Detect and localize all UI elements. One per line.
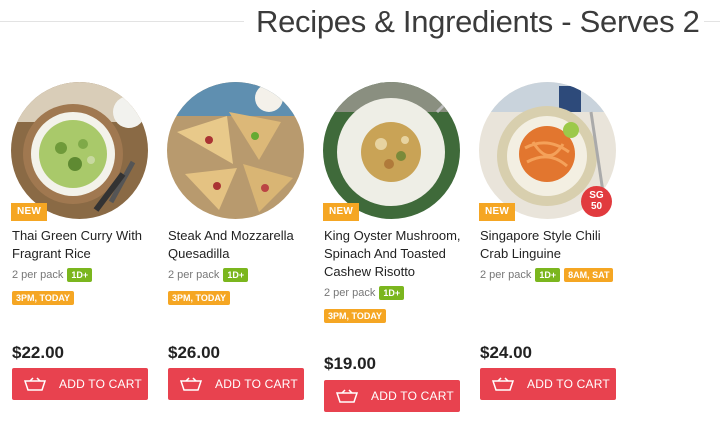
lead-time-tag: 1D+: [535, 268, 561, 282]
lead-time-tag: 1D+: [379, 286, 405, 300]
new-badge: NEW: [479, 203, 515, 221]
lead-time-tag: 1D+: [67, 268, 93, 282]
product-price: $19.00: [324, 354, 376, 373]
new-badge: NEW: [11, 203, 47, 221]
add-to-cart-label: ADD TO CART: [215, 377, 298, 391]
product-image-mushroom-risotto[interactable]: [323, 82, 460, 219]
basket-icon: [24, 377, 46, 391]
lead-time-tag: 1D+: [223, 268, 249, 282]
product-name[interactable]: Thai Green Curry With Fragrant Rice: [11, 227, 156, 263]
per-pack-label: 2 per pack: [12, 269, 64, 281]
product-name[interactable]: Steak And Mozzarella Quesadilla: [167, 227, 312, 263]
basket-icon: [180, 377, 202, 391]
product-image-steak-quesadilla[interactable]: [167, 82, 304, 219]
add-to-cart-label: ADD TO CART: [371, 389, 454, 403]
delivery-slot-tag: 3PM, TODAY: [324, 309, 387, 323]
product-image-thai-green-curry[interactable]: [11, 82, 148, 219]
per-pack-label: 2 per pack: [480, 269, 532, 281]
product-price: $22.00: [12, 343, 64, 362]
section-title: Recipes & Ingredients - Serves 2: [256, 4, 700, 39]
add-to-cart-label: ADD TO CART: [527, 377, 610, 391]
basket-icon: [492, 377, 514, 391]
add-to-cart-button[interactable]: ADD TO CART: [480, 368, 616, 400]
product-card[interactable]: NEW King Oyster Mushroom, Spinach And To…: [323, 82, 468, 412]
section-header: Recipes & Ingredients - Serves 2: [0, 0, 720, 50]
pack-info: 2 per pack 1D+: [167, 267, 312, 283]
header-divider-left: [0, 21, 244, 22]
new-badge: NEW: [323, 203, 359, 221]
add-to-cart-button[interactable]: ADD TO CART: [168, 368, 304, 400]
product-price: $24.00: [480, 343, 532, 362]
delivery-slot-tag: 3PM, TODAY: [168, 291, 231, 305]
delivery-slot-tag: 3PM, TODAY: [12, 291, 75, 305]
sg50-badge: SG 50: [581, 186, 612, 217]
product-price: $26.00: [168, 343, 220, 362]
per-pack-label: 2 per pack: [324, 287, 376, 299]
basket-icon: [336, 389, 358, 403]
add-to-cart-label: ADD TO CART: [59, 377, 142, 391]
pack-info: 2 per pack 1D+: [11, 267, 156, 283]
add-to-cart-button[interactable]: ADD TO CART: [324, 380, 460, 412]
product-card[interactable]: NEW SG 50 Singapore Style Chili Crab Ling…: [479, 82, 624, 400]
product-card[interactable]: NEW Thai Green Curry With Fragrant Rice …: [11, 82, 156, 400]
pack-info: 2 per pack 1D+: [323, 285, 468, 301]
header-divider-right: [704, 21, 720, 22]
product-name[interactable]: King Oyster Mushroom, Spinach And Toaste…: [323, 227, 468, 281]
delivery-slot-tag: 8AM, SAT: [564, 268, 614, 282]
add-to-cart-button[interactable]: ADD TO CART: [12, 368, 148, 400]
product-name[interactable]: Singapore Style Chili Crab Linguine: [479, 227, 624, 263]
per-pack-label: 2 per pack: [168, 269, 220, 281]
product-card[interactable]: Steak And Mozzarella Quesadilla 2 per pa…: [167, 82, 312, 400]
pack-info: 2 per pack 1D+ 8AM, SAT: [479, 267, 624, 283]
